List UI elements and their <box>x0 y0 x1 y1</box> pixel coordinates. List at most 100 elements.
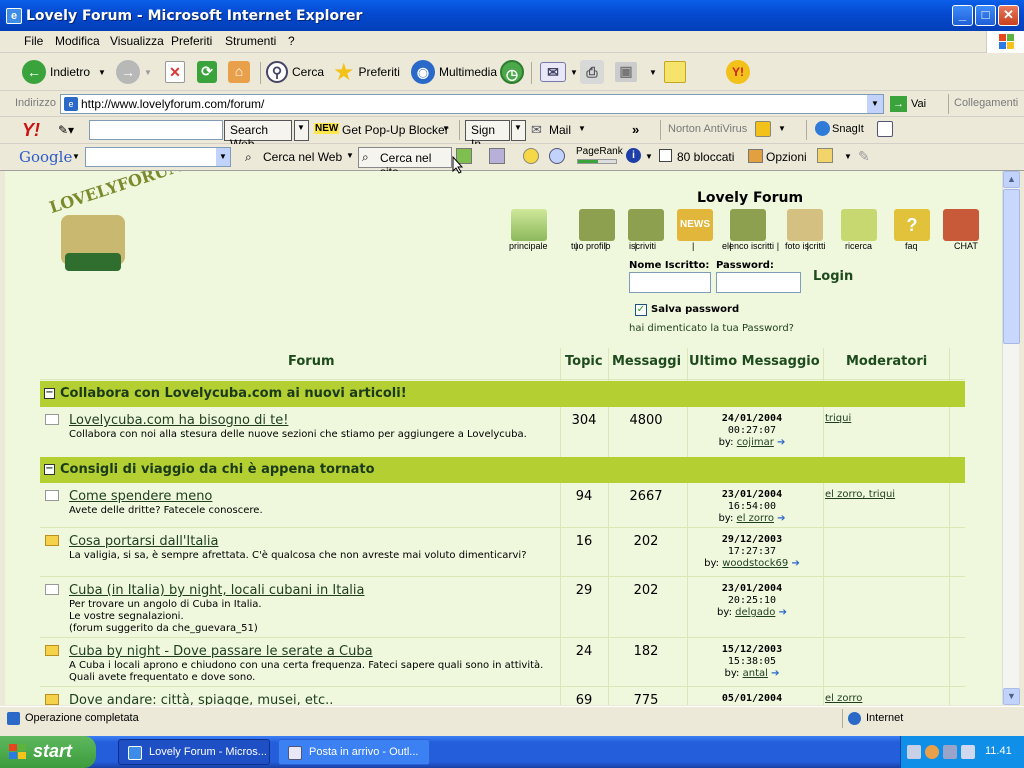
chevron-down-icon[interactable]: ▼ <box>72 152 80 161</box>
moderator-link[interactable]: el zorro, triqui <box>825 489 895 500</box>
forward-button[interactable]: → ▼ <box>116 53 152 91</box>
yahoo-mail-button[interactable]: Mail <box>549 123 571 137</box>
password-input[interactable] <box>716 272 801 293</box>
scroll-down-icon[interactable]: ▼ <box>1003 688 1020 705</box>
norton-label[interactable]: Norton AntiVirus <box>668 123 747 135</box>
links-button[interactable]: Collegamenti <box>954 97 1018 109</box>
moderator-link[interactable]: el zorro <box>825 693 862 704</box>
member-photos-icon[interactable] <box>787 209 823 241</box>
search-button[interactable]: ⚲ Cerca <box>266 53 324 91</box>
go-to-post-icon[interactable]: ➔ <box>777 513 785 524</box>
folder-icon[interactable] <box>817 148 833 163</box>
go-to-post-icon[interactable]: ➔ <box>779 607 787 618</box>
chevron-down-icon[interactable]: ▼ <box>645 152 653 161</box>
go-button[interactable]: → Vai <box>890 96 926 112</box>
history-button[interactable]: ◷ <box>500 53 528 91</box>
vertical-scrollbar[interactable]: ▲ ▼ <box>1002 171 1020 705</box>
tray-icon[interactable] <box>907 745 921 759</box>
yahoo-search-button[interactable]: Search Web <box>224 120 292 151</box>
maximize-button[interactable]: □ <box>975 5 996 26</box>
edit-button[interactable]: ▣ ▼ <box>615 53 657 91</box>
search-magnifier-icon[interactable] <box>841 209 877 241</box>
tray-icon[interactable] <box>943 745 957 759</box>
signin-button[interactable]: Sign In <box>465 120 510 151</box>
principale-icon[interactable] <box>511 209 547 241</box>
print-button[interactable]: ⎙ <box>580 53 608 91</box>
frown-icon[interactable] <box>549 148 565 164</box>
go-to-post-icon[interactable]: ➔ <box>777 437 785 448</box>
menu-help[interactable]: ? <box>288 34 295 48</box>
media-button[interactable]: ◉ Multimedia <box>411 53 497 91</box>
more-chevron-icon[interactable]: » <box>632 122 639 137</box>
chevron-down-icon[interactable]: ▼ <box>216 148 230 166</box>
google-search-input[interactable]: ▼ <box>85 147 231 167</box>
google-site-search-button[interactable]: ⌕ Cerca nel sito <box>358 147 452 179</box>
category-header[interactable]: − Consigli di viaggio da chi è appena to… <box>40 457 965 483</box>
refresh-button[interactable]: ⟳ <box>197 53 221 91</box>
yahoo-logo-icon[interactable]: Y! <box>22 120 40 141</box>
moderator-link[interactable]: triqui <box>825 413 851 424</box>
profile-icon[interactable] <box>579 209 615 241</box>
yahoo-search-input[interactable] <box>89 120 223 140</box>
menu-strumenti[interactable]: Strumenti <box>225 34 276 48</box>
norton-icon[interactable] <box>755 121 771 137</box>
snagit-capture-icon[interactable] <box>877 121 893 137</box>
smiley-icon[interactable] <box>523 148 539 164</box>
title-bar[interactable]: e Lovely Forum - Microsoft Internet Expl… <box>0 0 1024 31</box>
chevron-down-icon[interactable]: ▼ <box>294 120 309 141</box>
snagit-button[interactable]: SnagIt <box>832 123 864 135</box>
menu-visualizza[interactable]: Visualizza <box>110 34 164 48</box>
favorites-button[interactable]: ★ Preferiti <box>333 53 400 91</box>
remember-checkbox[interactable]: ✓ <box>635 304 647 316</box>
chevron-down-icon[interactable]: ▼ <box>442 124 450 133</box>
options-button[interactable]: Opzioni <box>766 150 807 164</box>
category-header[interactable]: − Collabora con Lovelycuba.com ai nuovi … <box>40 381 965 407</box>
pencil-icon[interactable]: ✎ <box>858 148 870 165</box>
minimize-button[interactable]: _ <box>952 5 973 26</box>
username-input[interactable] <box>629 272 711 293</box>
forum-link[interactable]: Dove andare: città, spiagge, musei, etc.… <box>69 693 333 705</box>
forum-link[interactable]: Cosa portarsi dall'Italia <box>69 534 218 549</box>
collapse-icon[interactable]: − <box>44 464 55 475</box>
forgot-password-link[interactable]: hai dimenticato la tua Password? <box>629 323 794 334</box>
collapse-icon[interactable]: − <box>44 388 55 399</box>
news-icon[interactable] <box>489 148 505 164</box>
stop-button[interactable]: ✕ <box>165 53 189 91</box>
forum-link[interactable]: Cuba by night - Dove passare le serate a… <box>69 644 373 659</box>
popup-blocker-button[interactable]: Get Pop-Up Blocker <box>342 123 449 137</box>
menu-modifica[interactable]: Modifica <box>55 34 100 48</box>
go-to-post-icon[interactable]: ➔ <box>791 558 799 569</box>
mail-button[interactable]: ✉ ▼ <box>540 53 578 91</box>
menu-file[interactable]: File <box>24 34 43 48</box>
faq-question-icon[interactable]: ? <box>894 209 930 241</box>
tray-icon[interactable] <box>961 745 975 759</box>
chat-icon[interactable] <box>943 209 979 241</box>
chevron-down-icon[interactable]: ▼ <box>844 152 852 161</box>
address-input[interactable]: e http://www.lovelyforum.com/forum/ ▼ <box>60 94 884 114</box>
forum-link[interactable]: Cuba (in Italia) by night, locali cubani… <box>69 583 365 598</box>
chevron-down-icon[interactable]: ▼ <box>578 124 586 133</box>
task-outlook[interactable]: Posta in arrivo - Outl... <box>278 739 430 765</box>
news-icon[interactable]: NEWS <box>677 209 713 241</box>
tray-icon[interactable] <box>925 745 939 759</box>
members-list-icon[interactable] <box>730 209 766 241</box>
register-icon[interactable] <box>628 209 664 241</box>
login-button[interactable]: Login <box>813 269 853 284</box>
messenger-button[interactable]: Y! <box>726 53 754 91</box>
go-to-post-icon[interactable]: ➔ <box>771 668 779 679</box>
chevron-down-icon[interactable]: ▼ <box>346 151 354 160</box>
back-button[interactable]: ← Indietro ▼ <box>22 53 106 91</box>
info-icon[interactable]: i <box>626 148 641 163</box>
forum-link[interactable]: Come spendere meno <box>69 489 212 504</box>
google-logo[interactable]: Google <box>19 148 72 166</box>
forum-link[interactable]: Lovelycuba.com ha bisogno di te! <box>69 413 288 428</box>
menu-preferiti[interactable]: Preferiti <box>171 34 212 48</box>
chevron-down-icon[interactable]: ▼ <box>778 124 786 133</box>
nav-chat[interactable]: CHAT <box>954 241 978 251</box>
clock[interactable]: 11.41 <box>985 745 1012 757</box>
nav-faq[interactable]: faq <box>905 241 918 251</box>
chevron-down-icon[interactable]: ▼ <box>511 120 526 141</box>
notes-button[interactable] <box>664 53 690 91</box>
home-button[interactable]: ⌂ <box>228 53 254 91</box>
google-web-search-button[interactable]: Cerca nel Web <box>263 150 342 164</box>
